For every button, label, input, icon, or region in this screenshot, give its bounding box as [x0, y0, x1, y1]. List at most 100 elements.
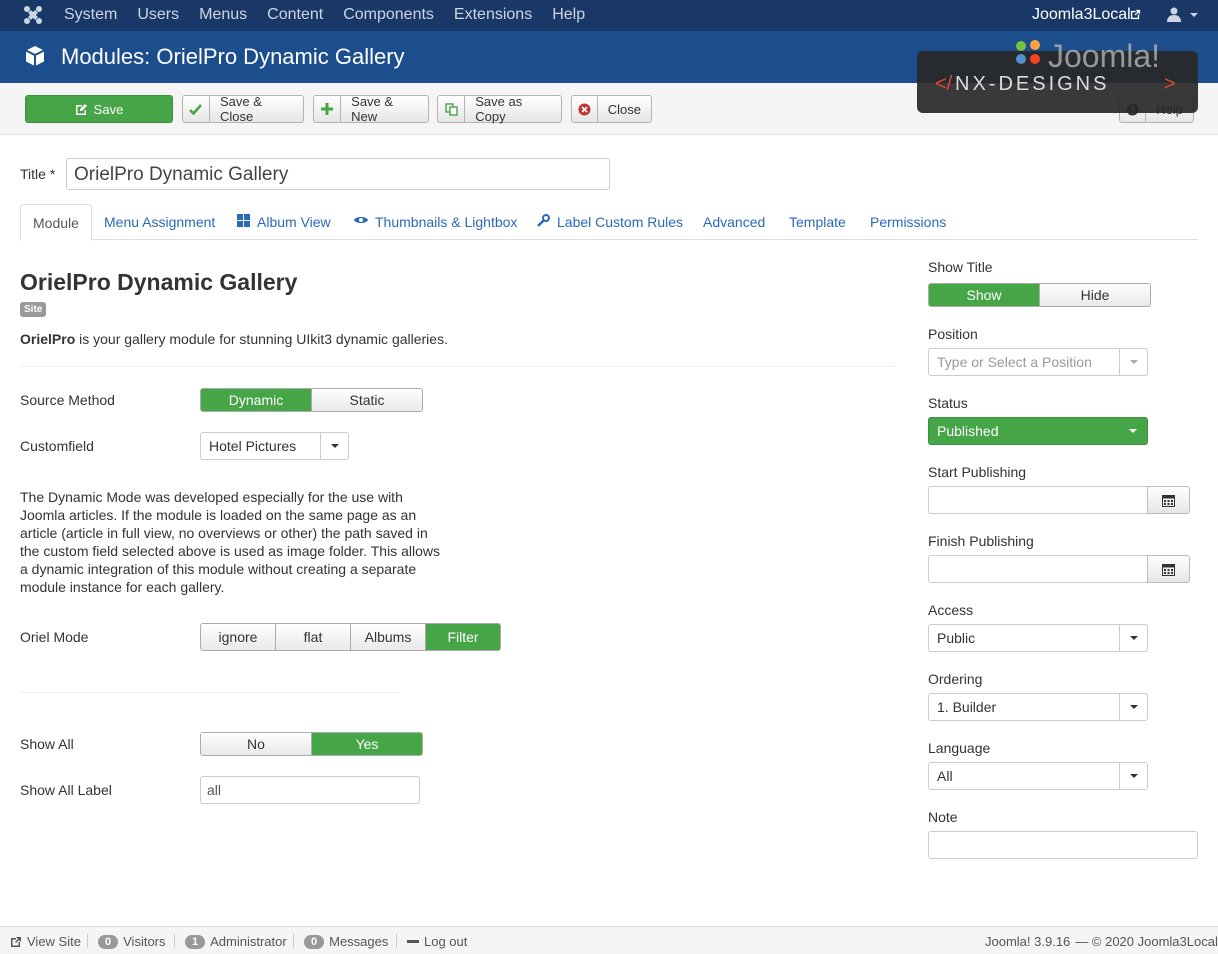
source-dynamic-option[interactable]: Dynamic: [201, 389, 312, 411]
edit-icon: [75, 103, 87, 115]
close-circle-icon: [572, 96, 598, 122]
oriel-filter-option[interactable]: Filter: [426, 624, 500, 650]
finish-publishing-input[interactable]: [928, 555, 1148, 583]
show-all-label-label: Show All Label: [20, 782, 112, 798]
logout-link[interactable]: Log out: [407, 934, 467, 949]
view-site-link[interactable]: View Site: [10, 934, 81, 949]
position-label: Position: [928, 326, 978, 342]
language-label: Language: [928, 740, 991, 756]
position-select[interactable]: Type or Select a Position: [928, 348, 1148, 376]
calendar-icon: [1162, 563, 1175, 576]
save-close-button[interactable]: Save & Close: [182, 94, 304, 124]
plus-icon: [314, 96, 342, 122]
tab-template[interactable]: Template: [789, 204, 846, 240]
show-all-yes-option[interactable]: Yes: [312, 733, 422, 755]
access-label: Access: [928, 602, 974, 618]
tab-thumbnails-lightbox[interactable]: Thumbnails & Lightbox: [354, 204, 517, 240]
start-publishing-input[interactable]: [928, 486, 1148, 514]
brand-text: NX-DESIGNS: [955, 73, 1109, 95]
menu-components[interactable]: Components: [343, 6, 434, 24]
customfield-select[interactable]: Hotel Pictures: [200, 432, 349, 460]
chevron-down-icon: [1119, 418, 1147, 444]
tab-menu-assignment[interactable]: Menu Assignment: [104, 204, 215, 240]
site-badge: Site: [20, 302, 47, 317]
source-static-option[interactable]: Static: [312, 389, 422, 411]
minus-icon: [407, 939, 419, 943]
top-navbar: System Users Menus Content Components Ex…: [0, 0, 1218, 31]
calendar-icon: [1162, 494, 1175, 507]
messages-count: 0: [304, 934, 325, 949]
show-title-label: Show Title: [928, 259, 993, 275]
save-new-button[interactable]: Save & New: [313, 94, 429, 124]
oriel-flat-option[interactable]: flat: [276, 624, 351, 650]
source-method-toggle: Dynamic Static: [200, 388, 423, 412]
menu-help[interactable]: Help: [552, 6, 585, 24]
source-method-label: Source Method: [20, 392, 115, 408]
note-label: Note: [928, 809, 958, 825]
show-title-show-option[interactable]: Show: [929, 284, 1040, 306]
access-select[interactable]: Public: [928, 624, 1148, 652]
title-label: Title *: [20, 166, 56, 182]
save-button[interactable]: Save: [25, 95, 173, 123]
tab-module[interactable]: Module: [20, 204, 92, 241]
chevron-down-icon: [1119, 763, 1147, 789]
svg-text:Joomla!: Joomla!: [1048, 38, 1160, 73]
tab-permissions[interactable]: Permissions: [870, 204, 946, 240]
joomla-logo-icon[interactable]: [22, 5, 44, 25]
tab-album-view[interactable]: Album View: [237, 204, 331, 240]
save-copy-button[interactable]: Save as Copy: [437, 94, 562, 124]
menu-system[interactable]: System: [64, 6, 117, 24]
tab-label-custom-rules[interactable]: Label Custom Rules: [536, 204, 683, 240]
calendar-button[interactable]: [1147, 555, 1190, 583]
wrench-icon: [537, 214, 550, 227]
version-info: Joomla! 3.9.16 — © 2020 Joomla3Local: [985, 934, 1218, 949]
show-all-no-option[interactable]: No: [201, 733, 312, 755]
external-link-icon: [11, 936, 21, 947]
start-publishing-label: Start Publishing: [928, 464, 1027, 480]
status-label: Status: [928, 395, 968, 411]
status-footer: View Site 0 Visitors 1 Administrator 0 M…: [0, 926, 1218, 954]
finish-publishing-label: Finish Publishing: [928, 533, 1034, 549]
external-link-icon: [1130, 9, 1141, 20]
oriel-mode-label: Oriel Mode: [20, 629, 89, 645]
divider: [20, 366, 895, 367]
administrator-item[interactable]: 1 Administrator: [185, 934, 287, 949]
status-select[interactable]: Published: [928, 417, 1148, 445]
menu-users[interactable]: Users: [137, 6, 179, 24]
oriel-mode-toggle: ignore flat Albums Filter: [200, 623, 501, 651]
chevron-down-icon: [1119, 625, 1147, 651]
module-description: OrielPro is your gallery module for stun…: [20, 331, 448, 347]
show-title-hide-option[interactable]: Hide: [1040, 284, 1150, 306]
module-heading: OrielPro Dynamic Gallery: [20, 269, 298, 295]
grid-icon: [237, 214, 250, 227]
ordering-label: Ordering: [928, 671, 983, 687]
messages-item[interactable]: 0 Messages: [304, 934, 388, 949]
oriel-albums-option[interactable]: Albums: [351, 624, 426, 650]
show-all-label-input[interactable]: all: [200, 776, 420, 804]
dynamic-mode-note: The Dynamic Mode was developed especiall…: [20, 489, 440, 595]
calendar-button[interactable]: [1147, 486, 1190, 514]
divider: [20, 692, 400, 693]
language-select[interactable]: All: [928, 762, 1148, 790]
menu-menus[interactable]: Menus: [199, 6, 247, 24]
customfield-label: Customfield: [20, 438, 94, 454]
visitors-item[interactable]: 0 Visitors: [98, 934, 166, 949]
check-icon: [183, 96, 210, 122]
page-title: Modules: OrielPro Dynamic Gallery: [61, 44, 405, 69]
cube-icon: [25, 46, 45, 66]
user-menu-caret-icon[interactable]: [1190, 13, 1198, 17]
menu-extensions[interactable]: Extensions: [454, 6, 532, 24]
show-title-toggle: Show Hide: [928, 283, 1151, 307]
ordering-select[interactable]: 1. Builder: [928, 693, 1148, 721]
svg-text:</: </: [935, 73, 953, 95]
show-all-toggle: No Yes: [200, 732, 423, 756]
user-icon[interactable]: [1167, 7, 1181, 22]
note-input[interactable]: [928, 831, 1198, 859]
oriel-ignore-option[interactable]: ignore: [201, 624, 276, 650]
close-button[interactable]: Close: [571, 95, 652, 123]
site-link[interactable]: Joomla3Local: [1032, 6, 1131, 24]
menu-content[interactable]: Content: [267, 6, 323, 24]
tab-advanced[interactable]: Advanced: [703, 204, 765, 240]
chevron-down-icon: [1119, 349, 1147, 375]
title-input[interactable]: OrielPro Dynamic Gallery: [66, 158, 610, 190]
